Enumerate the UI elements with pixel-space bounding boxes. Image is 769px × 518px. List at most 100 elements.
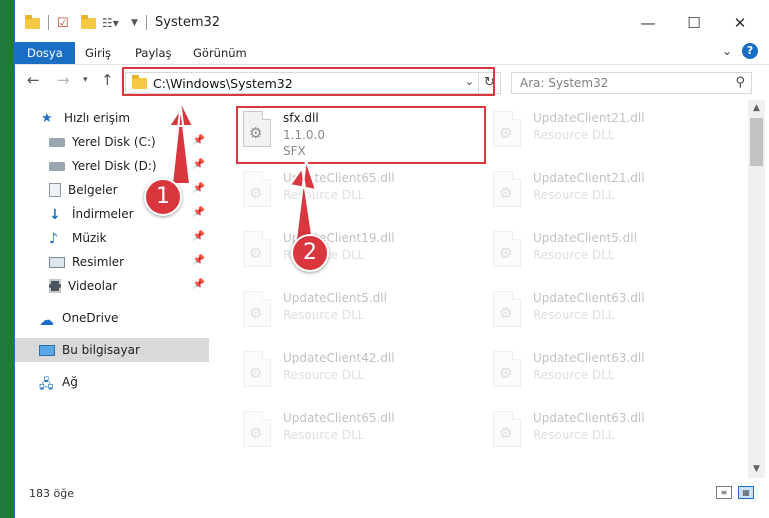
file-description: Resource DLL <box>533 428 615 442</box>
pin-icon: 📌 <box>192 183 205 194</box>
forward-button[interactable]: → <box>57 71 70 89</box>
file-description: Resource DLL <box>283 308 365 322</box>
step-marker-2: 2 <box>291 234 329 272</box>
file-description: Resource DLL <box>533 128 615 142</box>
sidebar-item-network[interactable]: 🖧 Ağ <box>15 370 209 394</box>
sidebar-item-music[interactable]: ♪ Müzik 📌 <box>15 226 209 250</box>
file-tile[interactable]: ⚙ UpdateClient5.dll Resource DLL <box>485 225 715 281</box>
explorer-window: ☑ ☷▾ ▼ System32 — ☐ ✕ Dosya Giriş Paylaş… <box>14 0 769 518</box>
recent-locations-button[interactable]: ▾ <box>83 75 88 85</box>
sidebar-item-local-disk-c[interactable]: Yerel Disk (C:) 📌 <box>15 130 209 154</box>
properties-icon[interactable]: ☑ <box>57 14 69 32</box>
step-marker-1: 1 <box>144 178 182 216</box>
dll-file-icon: ⚙ <box>243 411 271 447</box>
minimize-button[interactable]: — <box>625 8 671 38</box>
file-tile[interactable]: ⚙ UpdateClient21.dll Resource DLL <box>485 105 715 161</box>
sidebar-item-label: Müzik <box>72 231 107 245</box>
scrollbar-thumb[interactable] <box>750 118 763 166</box>
file-tile[interactable]: ⚙ UpdateClient21.dll Resource DLL <box>485 165 715 221</box>
vertical-scrollbar[interactable]: ▲ ▼ <box>748 100 765 478</box>
scroll-down-icon[interactable]: ▼ <box>748 461 765 478</box>
network-icon: 🖧 <box>39 377 54 392</box>
search-icon: ⚲ <box>735 75 745 90</box>
pin-icon: 📌 <box>192 159 205 170</box>
sidebar-item-label: Belgeler <box>68 183 118 197</box>
sidebar-item-label: Videolar <box>68 279 118 293</box>
document-icon <box>49 183 61 197</box>
dll-file-icon: ⚙ <box>243 171 271 207</box>
toolbar-separator <box>146 15 147 30</box>
help-icon[interactable]: ? <box>742 43 758 59</box>
sidebar-item-label: İndirmeler <box>72 207 134 221</box>
status-bar: 183 öğe ≡ ▦ <box>15 478 769 508</box>
new-folder-icon[interactable] <box>81 14 96 32</box>
file-name: UpdateClient65.dll <box>283 171 395 185</box>
tab-share[interactable]: Paylaş <box>123 42 184 64</box>
file-tile[interactable]: ⚙ UpdateClient63.dll Resource DLL <box>485 285 715 341</box>
file-tile[interactable]: ⚙ UpdateClient42.dll Resource DLL <box>235 345 465 401</box>
view-switcher: ≡ ▦ <box>716 486 754 499</box>
dll-file-icon: ⚙ <box>243 231 271 267</box>
file-description: Resource DLL <box>533 368 615 382</box>
sidebar-item-onedrive[interactable]: ☁ OneDrive <box>15 306 209 330</box>
sidebar-item-label: Yerel Disk (D:) <box>72 159 157 173</box>
customize-toolbar-icon[interactable]: ☷▾ <box>102 14 119 32</box>
tab-view[interactable]: Görünüm <box>181 42 259 64</box>
sidebar-item-label: Ağ <box>62 375 78 389</box>
drive-icon <box>49 137 65 147</box>
up-button[interactable]: ↑ <box>101 71 114 89</box>
tiles-view-icon[interactable]: ▦ <box>738 486 754 499</box>
file-tile[interactable]: ⚙ UpdateClient65.dll Resource DLL <box>235 165 465 221</box>
sidebar-item-local-disk-d[interactable]: Yerel Disk (D:) 📌 <box>15 154 209 178</box>
sidebar-item-this-pc[interactable]: Bu bilgisayar <box>15 338 209 362</box>
back-button[interactable]: ← <box>27 71 40 89</box>
dll-file-icon: ⚙ <box>493 351 521 387</box>
file-tile[interactable]: ⚙ UpdateClient63.dll Resource DLL <box>485 345 715 401</box>
ribbon-tabs: Dosya Giriş Paylaş Görünüm ⌄ ? <box>15 40 769 64</box>
dll-file-icon: ⚙ <box>243 291 271 327</box>
sidebar-item-videos[interactable]: Videolar 📌 <box>15 274 209 298</box>
sidebar-item-label: Resimler <box>72 255 125 269</box>
dll-file-icon: ⚙ <box>493 291 521 327</box>
sidebar-item-quick-access[interactable]: ★ Hızlı erişim <box>15 106 209 130</box>
file-name: UpdateClient65.dll <box>283 411 395 425</box>
computer-icon <box>39 344 55 356</box>
file-name: UpdateClient5.dll <box>533 231 637 245</box>
toolbar-separator <box>48 15 49 30</box>
sidebar-item-label: Bu bilgisayar <box>62 343 140 357</box>
sidebar-item-label: Hızlı erişim <box>64 111 131 125</box>
file-tile[interactable]: ⚙ UpdateClient65.dll Resource DLL <box>235 405 465 461</box>
file-name: UpdateClient21.dll <box>533 111 645 125</box>
pin-icon: 📌 <box>192 255 205 266</box>
ribbon-expand-icon[interactable]: ⌄ <box>722 44 732 58</box>
file-tile[interactable]: ⚙ UpdateClient19.dll Resource DLL <box>235 225 465 281</box>
window-title: System32 <box>155 15 221 30</box>
folder-icon <box>25 14 40 29</box>
file-name: UpdateClient63.dll <box>533 351 645 365</box>
drive-icon <box>49 161 65 171</box>
file-tile[interactable]: ⚙ UpdateClient63.dll Resource DLL <box>485 405 715 461</box>
dll-file-icon: ⚙ <box>493 231 521 267</box>
file-tile[interactable]: ⚙ UpdateClient5.dll Resource DLL <box>235 285 465 341</box>
tab-home[interactable]: Giriş <box>73 42 123 64</box>
item-count: 183 öğe <box>29 487 74 500</box>
star-icon: ★ <box>41 111 53 126</box>
chevron-down-icon[interactable]: ▼ <box>131 14 138 32</box>
close-button[interactable]: ✕ <box>717 8 763 38</box>
pictures-icon <box>49 256 65 268</box>
file-name: UpdateClient21.dll <box>533 171 645 185</box>
sidebar-item-pictures[interactable]: Resimler 📌 <box>15 250 209 274</box>
dll-file-icon: ⚙ <box>493 411 521 447</box>
file-highlight-box <box>236 106 486 164</box>
tab-file[interactable]: Dosya <box>15 42 75 64</box>
navigation-pane: ★ Hızlı erişim Yerel Disk (C:) 📌 Yerel D… <box>15 100 211 478</box>
search-input[interactable]: Ara: System32 ⚲ <box>511 72 752 94</box>
file-description: Resource DLL <box>533 188 615 202</box>
file-name: UpdateClient63.dll <box>533 411 645 425</box>
video-icon <box>49 279 61 293</box>
details-view-icon[interactable]: ≡ <box>716 486 732 499</box>
maximize-button[interactable]: ☐ <box>671 8 717 38</box>
dll-file-icon: ⚙ <box>243 351 271 387</box>
title-bar: ☑ ☷▾ ▼ System32 — ☐ ✕ <box>15 0 769 40</box>
scroll-up-icon[interactable]: ▲ <box>748 100 765 117</box>
